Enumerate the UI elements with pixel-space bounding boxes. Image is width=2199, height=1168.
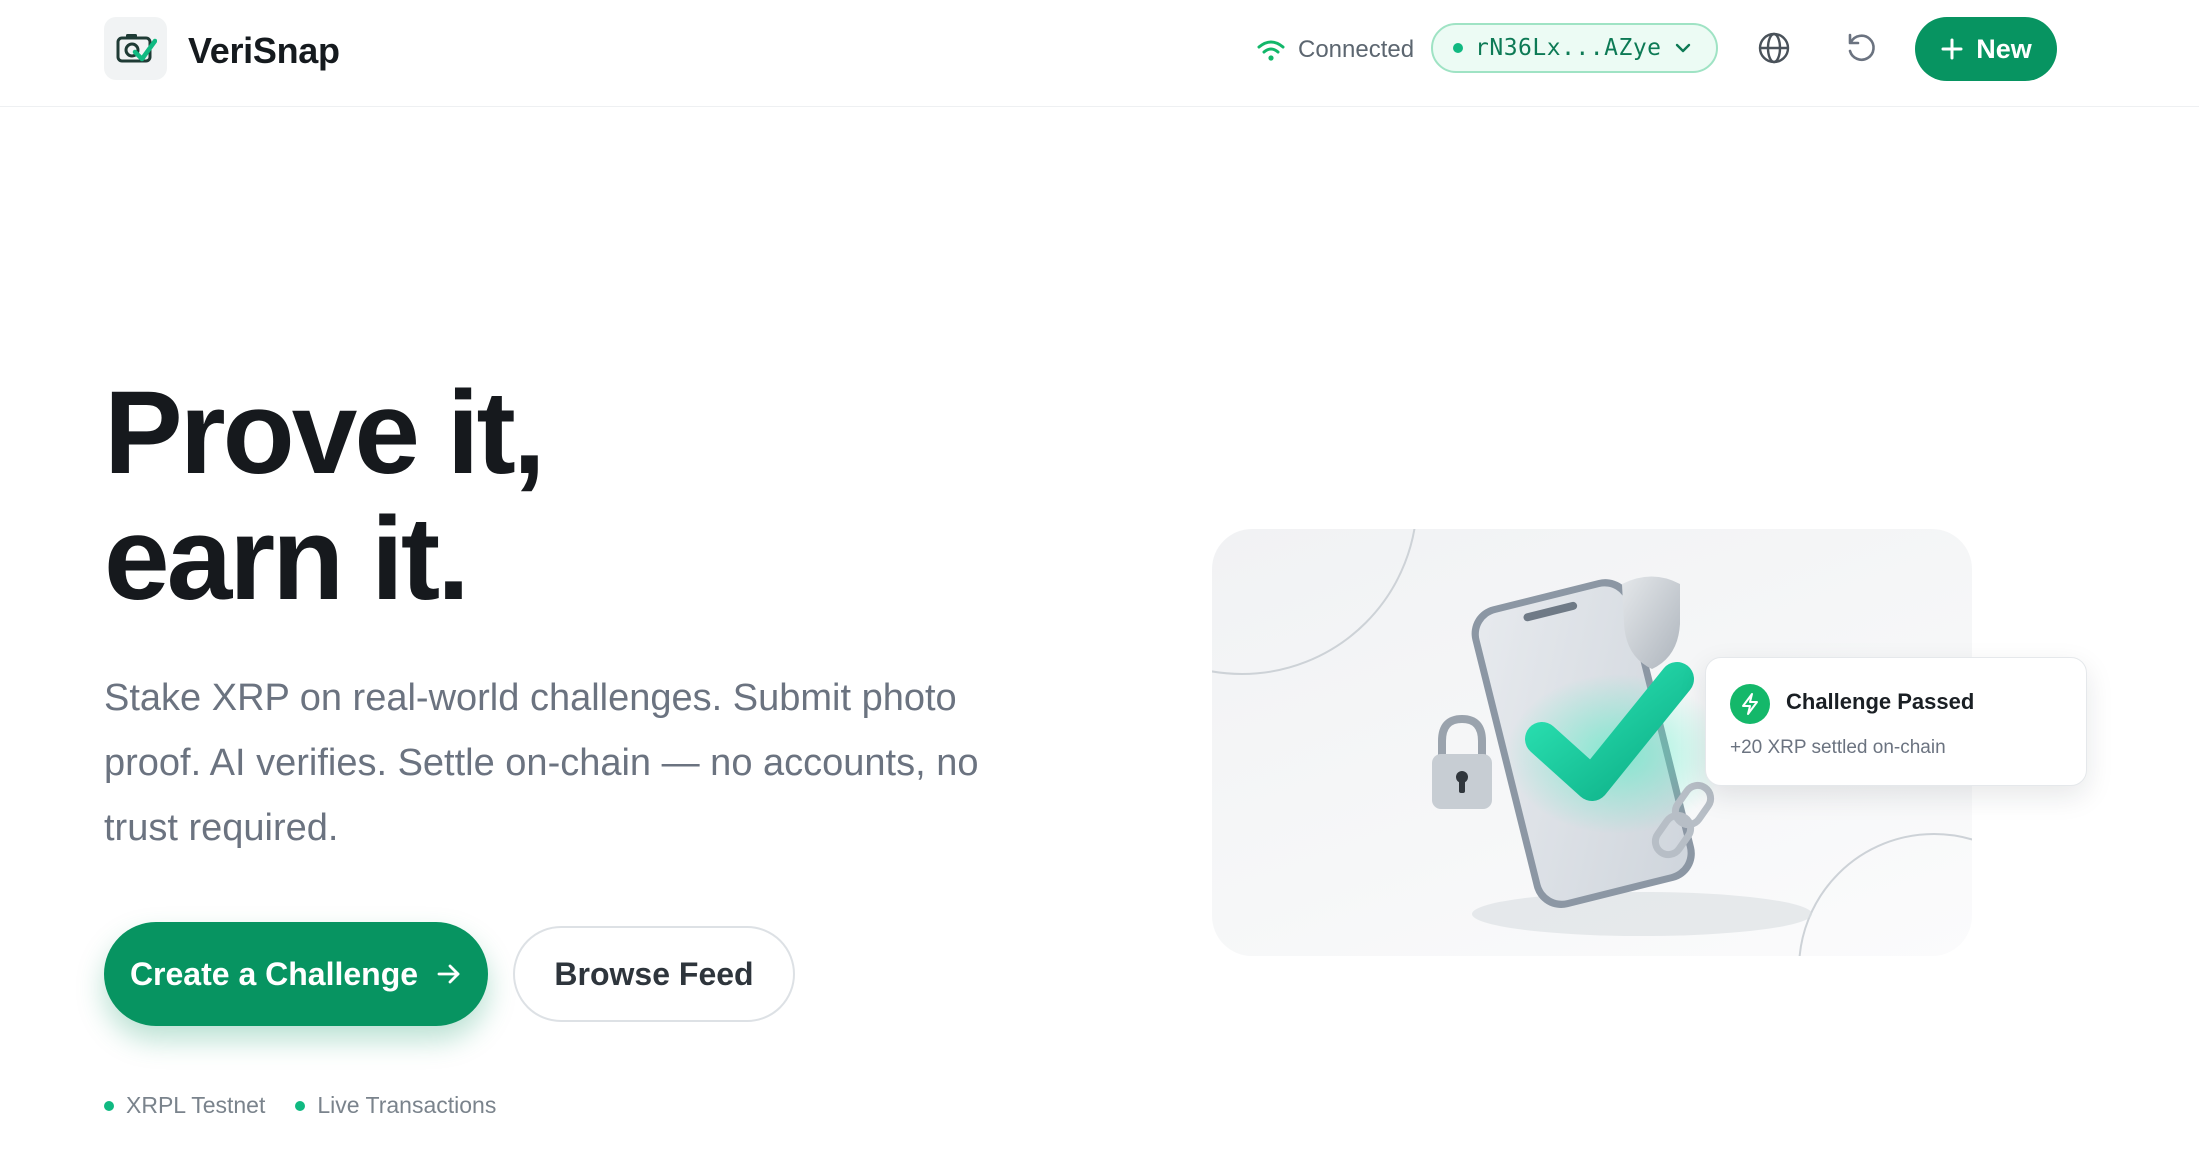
status-item-network: XRPL Testnet: [104, 1092, 265, 1119]
reset-button[interactable]: [1841, 28, 1881, 68]
hero-title-line-1: Prove it,: [104, 367, 546, 499]
refresh-icon: [1848, 33, 1875, 61]
new-button[interactable]: New: [1915, 17, 2057, 81]
wallet-status-dot: [1453, 43, 1463, 53]
challenge-passed-notification: Challenge Passed +20 XRP settled on-chai…: [1705, 657, 2087, 786]
notification-subtitle: +20 XRP settled on-chain: [1730, 737, 1946, 758]
padlock-graphic: [1432, 714, 1492, 809]
wifi-icon: [1257, 40, 1285, 61]
arrow-right-icon: [437, 964, 460, 984]
wallet-address: rN36Lx...AZye: [1475, 35, 1662, 61]
new-button-label: New: [1976, 33, 2032, 64]
notification-title: Challenge Passed: [1786, 689, 1975, 714]
top-header: VeriSnap Connected rN36Lx...AZye New: [0, 0, 2199, 107]
hero-title-line-2: earn it.: [104, 493, 470, 625]
chevron-down-icon: [1675, 43, 1690, 53]
plus-icon: [1941, 38, 1963, 60]
globe-icon: [1758, 32, 1790, 64]
lightning-icon: [1742, 693, 1758, 715]
wallet-dropdown[interactable]: rN36Lx...AZye: [1431, 23, 1718, 73]
notification-badge: [1730, 684, 1770, 724]
decorative-arc-top: [1212, 529, 1416, 675]
network-status-row: XRPL Testnet Live Transactions: [104, 1092, 496, 1119]
status-item-transactions: Live Transactions: [295, 1092, 496, 1119]
create-challenge-button[interactable]: Create a Challenge: [104, 922, 488, 1026]
status-label: XRPL Testnet: [126, 1092, 266, 1118]
logo[interactable]: [104, 17, 167, 80]
connection-status: Connected: [1256, 32, 1414, 68]
browse-feed-label: Browse Feed: [554, 955, 754, 992]
camera-check-icon: [116, 33, 157, 62]
language-button[interactable]: [1754, 28, 1794, 68]
create-challenge-label: Create a Challenge: [129, 955, 419, 992]
status-dot: [104, 1100, 114, 1111]
status-dot: [295, 1100, 306, 1111]
hero-title: Prove it, earn it.: [104, 367, 546, 625]
hero-subtitle: Stake XRP on real-world challenges. Subm…: [104, 677, 979, 849]
status-label: Live Transactions: [317, 1092, 497, 1118]
browse-feed-button[interactable]: Browse Feed: [513, 926, 795, 1022]
brand-name: VeriSnap: [188, 30, 340, 71]
connection-label: Connected: [1298, 36, 1415, 63]
decorative-arc-bottom: [1798, 833, 1972, 956]
